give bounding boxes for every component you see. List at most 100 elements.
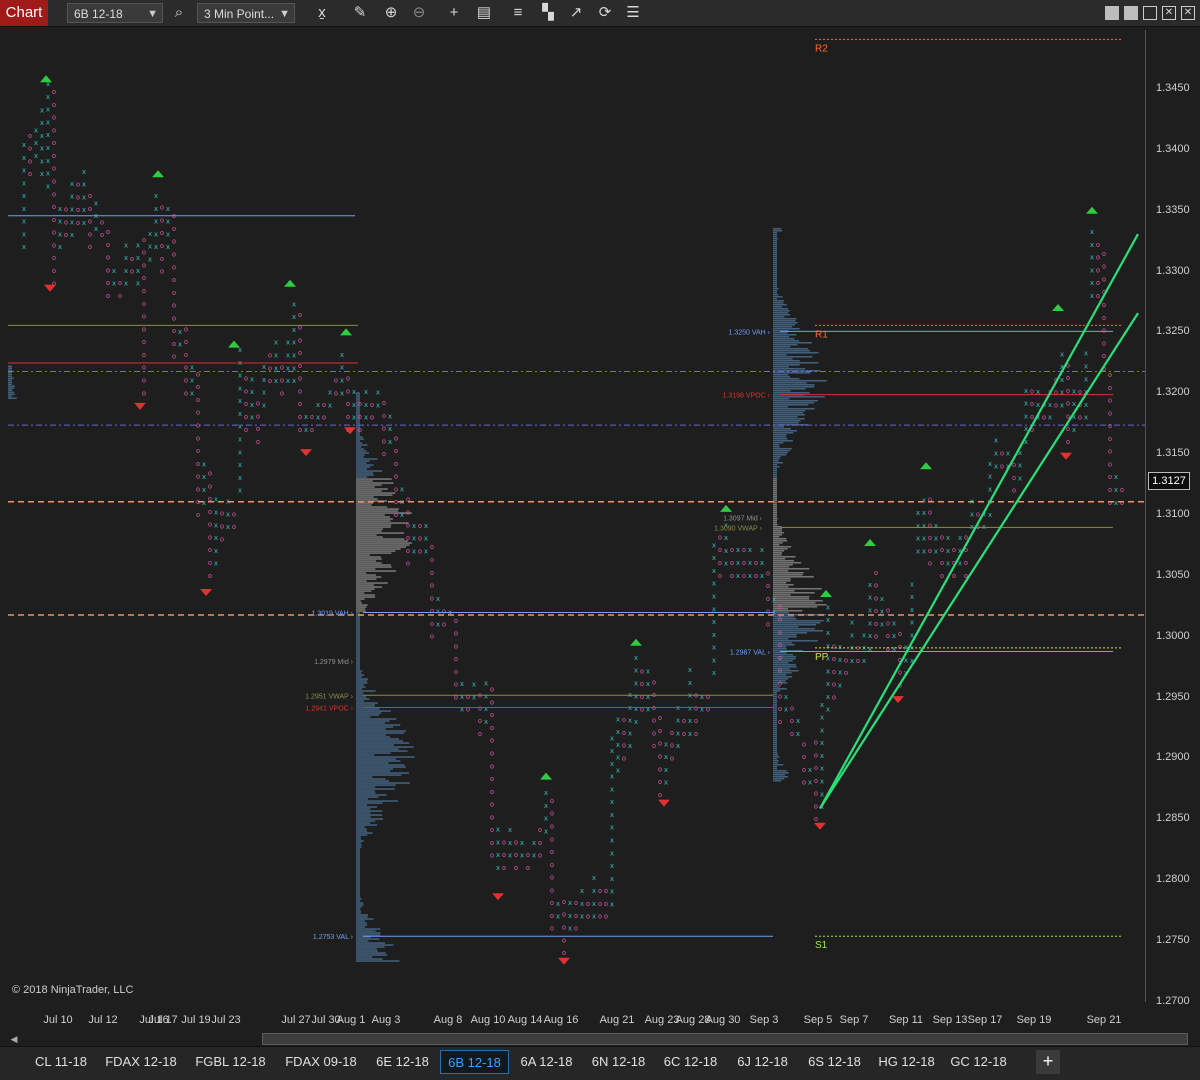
o-box: o xyxy=(346,387,350,395)
trend-line-upper[interactable] xyxy=(819,233,1139,809)
period-selector[interactable]: 3 Min Point... ▼ xyxy=(197,3,295,23)
x-box: x xyxy=(40,106,44,114)
x-box: x xyxy=(616,754,620,762)
draw-icon[interactable]: ✎ xyxy=(349,3,371,23)
o-box: o xyxy=(964,559,968,567)
profile-bar xyxy=(773,467,777,470)
profile-bar xyxy=(356,676,362,678)
o-box: o xyxy=(130,255,134,263)
o-box: o xyxy=(490,826,494,834)
zoom-in-icon[interactable]: ⊕ xyxy=(380,3,402,23)
profile-bar xyxy=(773,377,800,380)
profile-bar xyxy=(773,333,797,336)
profile-bar xyxy=(356,458,378,460)
profile-bar xyxy=(356,514,385,516)
profile-bar xyxy=(356,568,376,570)
profile-bar xyxy=(356,504,372,506)
x-box: x xyxy=(46,144,50,152)
indicators-icon[interactable]: ≡ xyxy=(507,3,529,23)
instrument-tab[interactable]: CL 11-18 xyxy=(27,1050,95,1074)
o-box: o xyxy=(172,353,176,361)
x-box: x xyxy=(166,230,170,238)
chart-tab[interactable]: Chart xyxy=(0,0,48,26)
instrument-selector[interactable]: 6B 12-18 ▼ xyxy=(67,3,163,23)
x-box: x xyxy=(826,680,830,688)
x-box: x xyxy=(676,742,680,750)
o-box: o xyxy=(562,936,566,944)
time-axis[interactable]: Jul 10 Jul 12 Jul 16 Jul 17 Jul 19 Jul 23 Jul … xyxy=(8,1010,1145,1032)
minimize-icon[interactable] xyxy=(1105,6,1119,20)
horizontal-scrollbar[interactable] xyxy=(262,1033,1188,1045)
o-box: o xyxy=(382,450,386,458)
profile-bar xyxy=(773,483,777,486)
x-box: x xyxy=(424,535,428,543)
x-box: x xyxy=(238,423,242,431)
x-box: x xyxy=(238,410,242,418)
instrument-tab[interactable]: 6N 12-18 xyxy=(584,1050,653,1074)
price-tick-label: 1.3450 xyxy=(1156,82,1190,94)
o-box: o xyxy=(142,249,146,257)
o-box: o xyxy=(1102,263,1106,271)
profile-bar xyxy=(773,617,797,620)
close-icon[interactable]: ✕ xyxy=(1162,6,1176,20)
profile-bar xyxy=(773,539,787,542)
o-box: o xyxy=(28,170,32,178)
bar-type-icon[interactable]: x̱ xyxy=(311,3,333,23)
profile-bar xyxy=(356,938,380,940)
profile-bar xyxy=(773,405,789,408)
crosshair-icon[interactable]: + xyxy=(443,3,465,23)
profile-bar xyxy=(356,816,371,818)
profile-bar xyxy=(356,690,376,692)
time-tick-label: Aug 16 xyxy=(543,1014,579,1026)
close-icon[interactable]: ✕ xyxy=(1181,6,1195,20)
search-icon[interactable]: ⌕ xyxy=(168,3,190,23)
o-box: o xyxy=(76,193,80,201)
instrument-tab[interactable]: 6B 12-18 xyxy=(440,1050,509,1074)
x-box: x xyxy=(556,913,560,921)
profile-bar xyxy=(773,517,778,520)
profile-bar xyxy=(356,468,367,470)
o-box: o xyxy=(370,401,374,409)
profile-bar xyxy=(773,397,790,400)
o-box: o xyxy=(1108,486,1112,494)
instrument-tab[interactable]: FGBL 12-18 xyxy=(187,1050,274,1074)
profile-bar xyxy=(356,896,361,898)
instrument-tab[interactable]: 6E 12-18 xyxy=(368,1050,437,1074)
strategies-icon[interactable]: ▚ xyxy=(537,3,559,23)
x-box: x xyxy=(946,534,950,542)
x-box: x xyxy=(910,619,914,627)
trend-line-lower[interactable] xyxy=(819,312,1139,810)
properties-icon[interactable]: ☰ xyxy=(622,3,644,23)
x-box: x xyxy=(58,230,62,238)
profile-bar xyxy=(356,738,400,740)
add-tab-icon[interactable]: + xyxy=(1036,1050,1060,1074)
profile-bar xyxy=(773,427,791,430)
x-box: x xyxy=(148,230,152,238)
instrument-tab[interactable]: 6A 12-18 xyxy=(512,1050,581,1074)
instrument-tab[interactable]: FDAX 12-18 xyxy=(98,1050,184,1074)
x-box: x xyxy=(688,730,692,738)
o-box: o xyxy=(196,434,200,442)
zoom-out-icon[interactable]: ⊖ xyxy=(408,3,430,23)
scroll-left-icon[interactable]: ◀ xyxy=(8,1033,20,1045)
x-box: x xyxy=(820,765,824,773)
instrument-tab[interactable]: GC 12-18 xyxy=(944,1050,1013,1074)
x-box: x xyxy=(226,523,230,531)
reversal-down-marker xyxy=(200,589,212,597)
profile-bar xyxy=(356,852,360,854)
chart-plot-area[interactable]: xxxxxxxxxooooxxxxxxxxxxxxxxxxxxooooooooo… xyxy=(8,30,1145,1002)
profile-bar xyxy=(773,761,778,764)
refresh-icon[interactable]: ⟳ xyxy=(594,3,616,23)
profile-bar xyxy=(356,940,369,942)
restore-icon[interactable] xyxy=(1124,6,1138,20)
instrument-tab[interactable]: 6J 12-18 xyxy=(728,1050,797,1074)
instrument-tab[interactable]: HG 12-18 xyxy=(872,1050,941,1074)
profile-bar xyxy=(356,510,399,512)
data-box-icon[interactable]: ▤ xyxy=(473,3,495,23)
instrument-tab[interactable]: 6C 12-18 xyxy=(656,1050,725,1074)
instrument-tab[interactable]: FDAX 09-18 xyxy=(277,1050,365,1074)
drawing-tools-icon[interactable]: ↗ xyxy=(565,3,587,23)
price-axis[interactable]: 1.3450 1.3400 1.3350 1.3300 1.3250 1.3200 1.31… xyxy=(1145,30,1200,1007)
maximize-icon[interactable] xyxy=(1143,6,1157,20)
instrument-tab[interactable]: 6S 12-18 xyxy=(800,1050,869,1074)
